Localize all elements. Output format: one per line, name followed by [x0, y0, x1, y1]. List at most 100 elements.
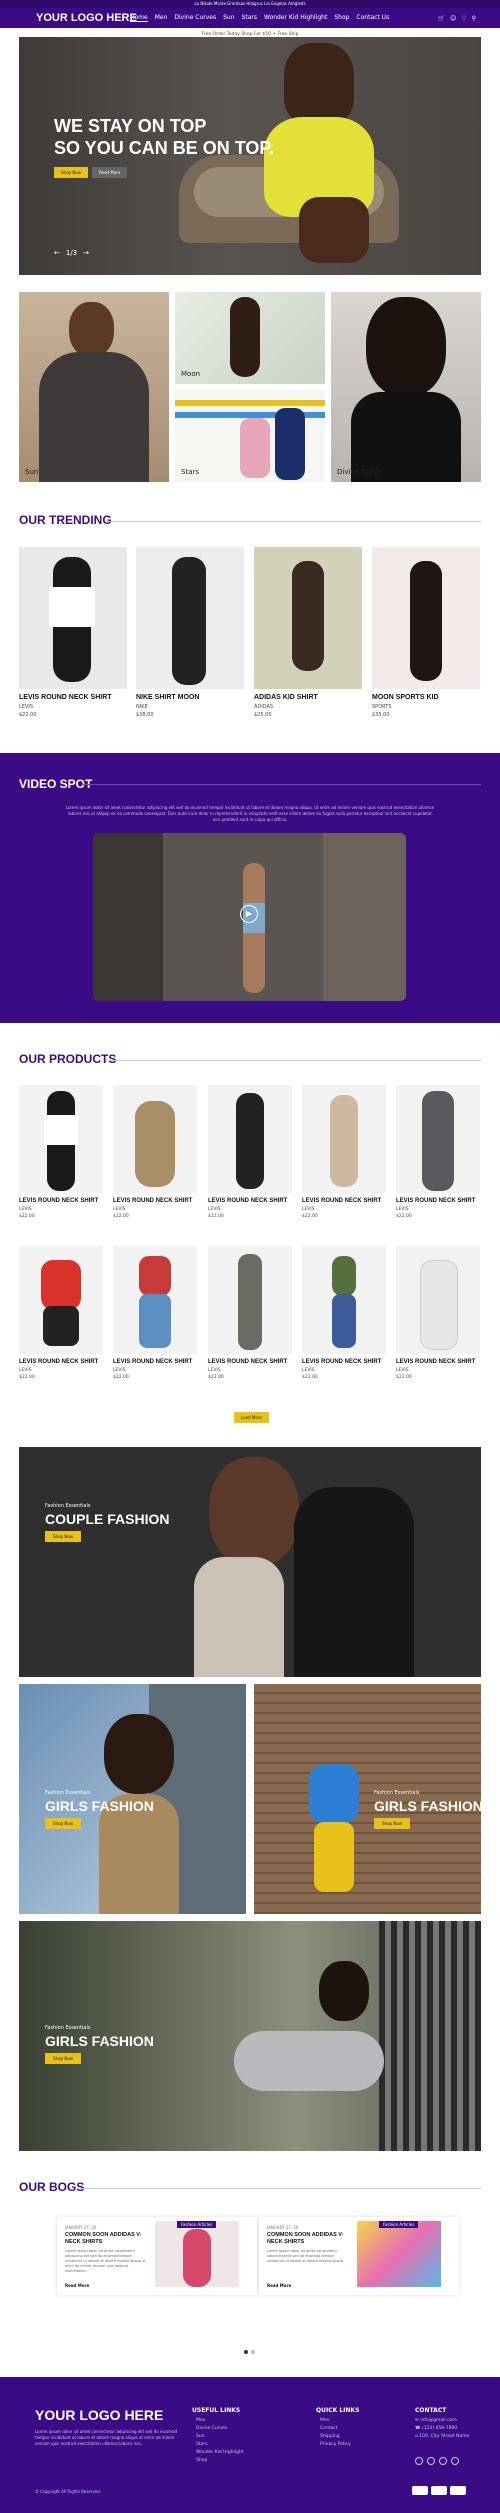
product-name[interactable]: LEVIS ROUND NECK SHIRT: [19, 1198, 103, 1204]
product-image[interactable]: [372, 547, 480, 689]
product-card[interactable]: LEVIS ROUND NECK SHIRT LEVIS $22.00: [302, 1085, 386, 1219]
carousel-dot-active[interactable]: [244, 2350, 248, 2354]
hero-read-button[interactable]: Read More: [92, 167, 128, 178]
product-name[interactable]: LEVIS ROUND NECK SHIRT: [19, 1359, 103, 1365]
menu-wonder-kid[interactable]: Wonder Kid Highlight: [264, 14, 327, 22]
product-card[interactable]: LEVIS ROUND NECK SHIRT LEVIS $22.00: [396, 1246, 480, 1380]
banner-shop-button[interactable]: Shop Now: [45, 1818, 82, 1829]
hero-shop-button[interactable]: Shop Now: [54, 167, 89, 178]
product-card[interactable]: LEVIS ROUND NECK SHIRT LEVIS $22.00: [302, 1246, 386, 1380]
category-divine[interactable]: Divine Curve: [331, 292, 481, 482]
product-card[interactable]: LEVIS ROUND NECK SHIRT LEVIS $22.00: [396, 1085, 480, 1219]
youtube-icon[interactable]: [451, 2457, 459, 2465]
contact-email[interactable]: ✉ info@gmail.com: [415, 2417, 469, 2425]
product-name[interactable]: MOON SPORTS KID: [372, 694, 480, 701]
product-name[interactable]: LEVIS ROUND NECK SHIRT: [396, 1198, 480, 1204]
blog-read-more-link[interactable]: Read More: [267, 2283, 291, 2288]
product-card[interactable]: LEVIS ROUND NECK SHIRT LEVIS $22.00: [19, 1246, 103, 1380]
footer-link[interactable]: Divine Curves: [196, 2425, 244, 2433]
girls-fashion-banner-2[interactable]: Fashion Essentials GIRLS FASHION Shop No…: [254, 1684, 481, 1914]
product-image[interactable]: [19, 1085, 103, 1193]
product-name[interactable]: ADIDAS KID SHIRT: [254, 694, 362, 701]
category-sun[interactable]: Sun: [19, 292, 169, 482]
blog-tag[interactable]: Fashion Articles: [379, 2221, 419, 2228]
menu-shop[interactable]: Shop: [334, 14, 349, 22]
trending-card[interactable]: MOON SPORTS KID SPORTS $35.00: [372, 547, 480, 718]
blog-card[interactable]: JANUARY 27, 20 COMMON SOON ADDIDAS V-NEC…: [259, 2217, 459, 2295]
product-image[interactable]: [302, 1246, 386, 1354]
blog-tag[interactable]: Fashion Articles: [177, 2221, 217, 2228]
product-name[interactable]: LEVIS ROUND NECK SHIRT: [113, 1198, 197, 1204]
blog-image[interactable]: [357, 2221, 441, 2287]
footer-link[interactable]: Shipping: [320, 2433, 351, 2441]
product-image[interactable]: [254, 547, 362, 689]
footer-link[interactable]: Shop: [196, 2457, 244, 2465]
category-moon[interactable]: Moon: [175, 292, 325, 384]
footer-link[interactable]: Contact: [320, 2425, 351, 2433]
user-icon[interactable]: ☺: [450, 15, 456, 22]
category-stars[interactable]: Stars: [175, 390, 325, 482]
facebook-icon[interactable]: [415, 2457, 423, 2465]
product-image[interactable]: [19, 547, 127, 689]
blog-title[interactable]: COMMON SOON ADDIDAS V-NECK SHIRTS: [65, 2232, 149, 2246]
blog-image[interactable]: [155, 2221, 239, 2287]
blog-card[interactable]: JANUARY 27, 20 COMMON SOON ADDIDAS V-NEC…: [57, 2217, 257, 2295]
product-name[interactable]: LEVIS ROUND NECK SHIRT: [302, 1198, 386, 1204]
menu-home[interactable]: Home: [130, 14, 148, 22]
site-logo[interactable]: YOUR LOGO HERE: [36, 12, 137, 24]
menu-contact[interactable]: Contact Us: [356, 14, 389, 22]
cart-icon[interactable]: 🛒: [437, 15, 444, 22]
footer-link[interactable]: Stars: [196, 2441, 244, 2449]
product-name[interactable]: LEVIS ROUND NECK SHIRT: [19, 694, 127, 701]
product-image[interactable]: [136, 547, 244, 689]
video-player[interactable]: ▶: [93, 833, 406, 1001]
footer-link[interactable]: Men: [196, 2417, 244, 2425]
product-name[interactable]: LEVIS ROUND NECK SHIRT: [113, 1359, 197, 1365]
banner-shop-button[interactable]: Shop Now: [45, 2053, 82, 2064]
contact-phone[interactable]: ☎ (123) 456-7890: [415, 2425, 469, 2433]
girls-fashion-banner-3[interactable]: Fashion Essentials GIRLS FASHION Shop No…: [19, 1921, 481, 2151]
instagram-icon[interactable]: [439, 2457, 447, 2465]
product-card[interactable]: LEVIS ROUND NECK SHIRT LEVIS $22.00: [113, 1246, 197, 1380]
menu-divine-curves[interactable]: Divine Curves: [174, 14, 216, 22]
product-image[interactable]: [302, 1085, 386, 1193]
arrow-right-icon[interactable]: →: [83, 249, 89, 257]
footer-link[interactable]: Sun: [196, 2433, 244, 2441]
play-icon[interactable]: ▶: [240, 905, 258, 923]
footer-link[interactable]: Men: [320, 2417, 351, 2425]
trending-card[interactable]: NIKE SHIRT MOON NIKE $38.00: [136, 547, 244, 718]
footer-link[interactable]: Privacy Policy: [320, 2441, 351, 2449]
product-card[interactable]: LEVIS ROUND NECK SHIRT LEVIS $22.00: [208, 1246, 292, 1380]
trending-card[interactable]: LEVIS ROUND NECK SHIRT LEVIS $22.00: [19, 547, 127, 718]
product-name[interactable]: NIKE SHIRT MOON: [136, 694, 244, 701]
product-card[interactable]: LEVIS ROUND NECK SHIRT LEVIS $22.00: [113, 1085, 197, 1219]
carousel-dot[interactable]: [251, 2350, 255, 2354]
product-image[interactable]: [208, 1085, 292, 1193]
trending-card[interactable]: ADIDAS KID SHIRT ADIDAS $25.00: [254, 547, 362, 718]
load-more-button[interactable]: Load More: [234, 1412, 269, 1423]
product-image[interactable]: [396, 1085, 480, 1193]
product-name[interactable]: LEVIS ROUND NECK SHIRT: [302, 1359, 386, 1365]
product-image[interactable]: [208, 1246, 292, 1354]
couple-fashion-banner[interactable]: Fashion Essentials COUPLE FASHION Shop N…: [19, 1447, 481, 1677]
menu-men[interactable]: Men: [155, 14, 168, 22]
banner-shop-button[interactable]: Shop Now: [45, 1531, 82, 1542]
banner-shop-button[interactable]: Shop Now: [374, 1818, 411, 1829]
menu-stars[interactable]: Stars: [242, 14, 257, 22]
footer-logo[interactable]: YOUR LOGO HERE: [35, 2407, 163, 2423]
blog-title[interactable]: COMMON SOON ADDIDAS V-NECK SHIRTS: [267, 2232, 351, 2246]
product-name[interactable]: LEVIS ROUND NECK SHIRT: [208, 1198, 292, 1204]
heart-icon[interactable]: ♡: [461, 15, 466, 22]
product-image[interactable]: [113, 1085, 197, 1193]
product-name[interactable]: LEVIS ROUND NECK SHIRT: [208, 1359, 292, 1365]
product-card[interactable]: LEVIS ROUND NECK SHIRT LEVIS $22.00: [19, 1085, 103, 1219]
blog-read-more-link[interactable]: Read More: [65, 2283, 89, 2288]
product-name[interactable]: LEVIS ROUND NECK SHIRT: [396, 1359, 480, 1365]
product-card[interactable]: LEVIS ROUND NECK SHIRT LEVIS $22.00: [208, 1085, 292, 1219]
product-image[interactable]: [113, 1246, 197, 1354]
arrow-left-icon[interactable]: ←: [54, 249, 60, 257]
menu-sun[interactable]: Sun: [223, 14, 234, 22]
twitter-icon[interactable]: [427, 2457, 435, 2465]
product-image[interactable]: [19, 1246, 103, 1354]
product-image[interactable]: [396, 1246, 480, 1354]
